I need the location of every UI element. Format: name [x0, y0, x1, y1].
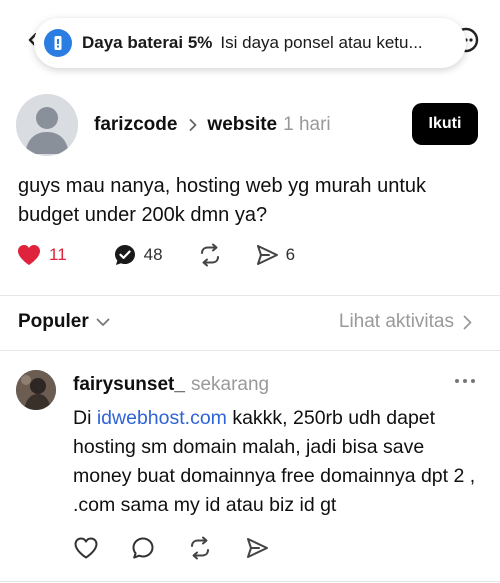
- toast-title: Daya baterai 5%: [82, 33, 213, 52]
- reply-actions: [73, 536, 301, 560]
- repost-icon: [191, 536, 209, 560]
- share-button[interactable]: 6: [255, 244, 295, 266]
- reply-comment-button[interactable]: [131, 536, 155, 560]
- sort-label: Populer: [18, 311, 89, 332]
- chevron-right-icon: [463, 315, 472, 329]
- post-time: 1 hari: [283, 114, 331, 135]
- divider: [0, 581, 500, 582]
- post-text: guys mau nanya, hosting web yg murah unt…: [18, 175, 427, 226]
- toast-message: Isi daya ponsel atau ketu...: [220, 33, 423, 52]
- post-actions: 11 48 6: [16, 243, 323, 267]
- reply-username[interactable]: fairysunset_: [73, 374, 185, 395]
- battery-warning-icon: [44, 29, 72, 57]
- chevron-right-icon: [190, 119, 197, 131]
- comment-bubble-icon: [132, 537, 154, 559]
- more-horizontal-icon[interactable]: [454, 378, 476, 384]
- reply-link[interactable]: idwebhost.com: [97, 407, 227, 429]
- repost-button[interactable]: [197, 243, 223, 267]
- reply-button[interactable]: 48: [113, 243, 163, 267]
- heart-filled-icon: [18, 245, 40, 265]
- like-count: 11: [49, 245, 67, 264]
- reply-avatar[interactable]: [16, 370, 56, 410]
- divider: [0, 295, 500, 296]
- reply-repost-button[interactable]: [187, 536, 213, 560]
- reply-like-button[interactable]: [73, 536, 99, 560]
- post-username[interactable]: farizcode: [94, 114, 177, 136]
- reply-share-button[interactable]: [245, 537, 269, 559]
- divider: [0, 350, 500, 351]
- reply-bubble-icon: [114, 245, 135, 265]
- share-count: 6: [285, 245, 296, 264]
- reply-text-prefix: Di: [73, 407, 97, 429]
- reply-count: 48: [143, 245, 163, 264]
- sort-bar: Populer Lihat aktivitas: [0, 300, 500, 344]
- repost-icon: [200, 243, 219, 267]
- follow-button[interactable]: Ikuti: [412, 103, 478, 145]
- heart-outline-icon: [74, 537, 98, 559]
- avatar[interactable]: [16, 94, 78, 156]
- send-icon: [256, 245, 278, 265]
- send-icon: [247, 538, 268, 558]
- post-header: farizcode website 1 hari Ikuti: [0, 94, 500, 156]
- reply-text: Di idwebhost.com kakkk, 250rb udh dapet …: [73, 404, 483, 520]
- chevron-down-icon: [96, 318, 110, 326]
- reply-time: sekarang: [190, 374, 270, 395]
- sort-dropdown[interactable]: Populer: [18, 311, 110, 333]
- battery-toast[interactable]: Daya baterai 5% Isi daya ponsel atau ket…: [34, 18, 466, 68]
- user-photo-icon: [16, 370, 56, 410]
- post-meta: farizcode website 1 hari: [94, 114, 331, 136]
- view-activity-link[interactable]: Lihat aktivitas: [339, 311, 472, 333]
- reply-meta: fairysunset_ sekarang: [73, 374, 269, 396]
- default-avatar-icon: [16, 94, 78, 156]
- post-topic[interactable]: website: [207, 114, 277, 136]
- activity-label: Lihat aktivitas: [338, 311, 454, 332]
- like-button[interactable]: 11: [16, 243, 67, 267]
